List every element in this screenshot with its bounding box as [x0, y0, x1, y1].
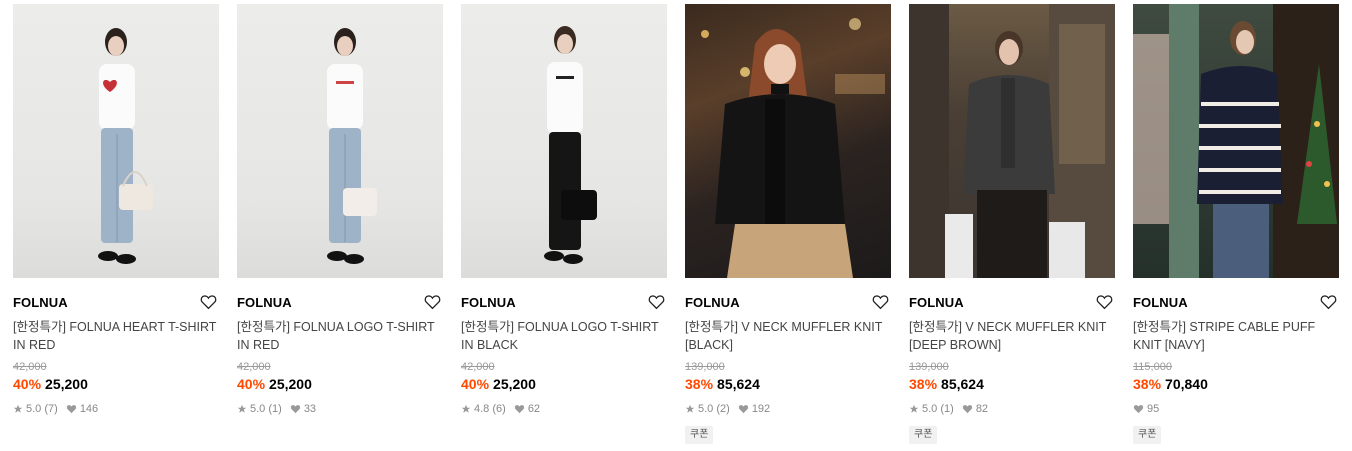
rating: 5.0	[250, 403, 266, 415]
product-stats: 95	[1133, 401, 1339, 417]
sale-price: 25,200	[493, 376, 536, 392]
product-name[interactable]: [한정특가] FOLNUA LOGO T-SHIRT IN RED	[237, 318, 443, 354]
sale-price: 85,624	[941, 376, 984, 392]
product-image[interactable]	[685, 4, 891, 278]
star-icon	[461, 404, 471, 413]
product-stats: 4.8 (6) 62	[461, 401, 667, 417]
product-grid: FOLNUA [한정특가] FOLNUA HEART T-SHIRT IN RE…	[0, 0, 1352, 451]
original-price: 42,000	[461, 361, 495, 373]
product-image[interactable]	[237, 4, 443, 278]
review-count: (6)	[492, 403, 506, 415]
product-stats: 5.0 (2) 192	[685, 401, 891, 417]
original-price: 42,000	[13, 361, 47, 373]
rating: 5.0	[26, 403, 42, 415]
discount-rate: 40%	[13, 376, 42, 392]
heart-filled-icon	[1133, 405, 1144, 414]
brand-name[interactable]: FOLNUA	[237, 293, 443, 313]
star-icon	[909, 404, 919, 413]
discount-rate: 38%	[909, 376, 938, 392]
original-price: 139,000	[685, 361, 725, 373]
product-card[interactable]: FOLNUA [한정특가] V NECK MUFFLER KNIT [BLACK…	[685, 4, 891, 444]
heart-filled-icon	[962, 405, 972, 414]
heart-filled-icon	[66, 405, 76, 414]
product-stats: 5.0 (1) 33	[237, 401, 443, 417]
review-count: (2)	[716, 403, 730, 415]
product-card[interactable]: FOLNUA [한정특가] FOLNUA LOGO T-SHIRT IN BLA…	[461, 4, 667, 417]
brand-name[interactable]: FOLNUA	[461, 293, 667, 313]
rating: 4.8	[474, 403, 490, 415]
heart-filled-icon	[290, 405, 300, 414]
original-price: 115,000	[1133, 361, 1172, 373]
product-image[interactable]	[909, 4, 1115, 278]
discount-rate: 40%	[237, 376, 266, 392]
review-count: (1)	[268, 403, 282, 415]
star-icon	[237, 404, 247, 413]
like-count: 62	[527, 403, 541, 415]
price-row: 40% 25,200	[461, 375, 667, 393]
like-count: 82	[975, 403, 989, 415]
sale-price: 85,624	[717, 376, 760, 392]
brand-name[interactable]: FOLNUA	[13, 293, 219, 313]
coupon-badge: 쿠폰	[1133, 426, 1162, 444]
brand-name[interactable]: FOLNUA	[685, 293, 891, 313]
rating: 5.0	[922, 403, 938, 415]
product-name[interactable]: [한정특가] FOLNUA HEART T-SHIRT IN RED	[13, 318, 219, 354]
product-name[interactable]: [한정특가] V NECK MUFFLER KNIT [BLACK]	[685, 318, 891, 354]
product-stats: 5.0 (1) 82	[909, 401, 1115, 417]
review-count: (1)	[940, 403, 954, 415]
product-card[interactable]: FOLNUA [한정특가] V NECK MUFFLER KNIT [DEEP …	[909, 4, 1115, 444]
price-row: 38% 85,624	[685, 375, 891, 393]
price-row: 38% 70,840	[1133, 375, 1339, 393]
product-stats: 5.0 (7) 146	[13, 401, 219, 417]
sale-price: 25,200	[45, 376, 88, 392]
price-row: 40% 25,200	[13, 375, 219, 393]
heart-outline-icon[interactable]	[424, 294, 441, 310]
like-count: 192	[751, 403, 771, 415]
discount-rate: 38%	[685, 376, 714, 392]
review-count: (7)	[44, 403, 58, 415]
heart-outline-icon[interactable]	[1096, 294, 1113, 310]
heart-outline-icon[interactable]	[200, 294, 217, 310]
product-image[interactable]	[1133, 4, 1339, 278]
heart-filled-icon	[738, 405, 748, 414]
sale-price: 70,840	[1165, 376, 1208, 392]
heart-filled-icon	[514, 405, 524, 414]
discount-rate: 38%	[1133, 376, 1162, 392]
original-price: 139,000	[909, 361, 949, 373]
original-price: 42,000	[237, 361, 271, 373]
product-name[interactable]: [한정특가] FOLNUA LOGO T-SHIRT IN BLACK	[461, 318, 667, 354]
sale-price: 25,200	[269, 376, 312, 392]
product-name[interactable]: [한정특가] STRIPE CABLE PUFF KNIT [NAVY]	[1133, 318, 1339, 354]
like-count: 146	[79, 403, 99, 415]
coupon-badge: 쿠폰	[909, 426, 938, 444]
heart-outline-icon[interactable]	[648, 294, 665, 310]
product-image[interactable]	[13, 4, 219, 278]
brand-name[interactable]: FOLNUA	[1133, 293, 1339, 313]
product-card[interactable]: FOLNUA [한정특가] FOLNUA HEART T-SHIRT IN RE…	[13, 4, 219, 417]
price-row: 38% 85,624	[909, 375, 1115, 393]
product-name[interactable]: [한정특가] V NECK MUFFLER KNIT [DEEP BROWN]	[909, 318, 1115, 354]
product-card[interactable]: FOLNUA [한정특가] FOLNUA LOGO T-SHIRT IN RED…	[237, 4, 443, 417]
star-icon	[13, 404, 23, 413]
price-row: 40% 25,200	[237, 375, 443, 393]
brand-name[interactable]: FOLNUA	[909, 293, 1115, 313]
coupon-badge: 쿠폰	[685, 426, 714, 444]
like-count: 95	[1147, 403, 1160, 415]
rating: 5.0	[698, 403, 714, 415]
star-icon	[685, 404, 695, 413]
heart-outline-icon[interactable]	[872, 294, 889, 310]
heart-outline-icon[interactable]	[1320, 294, 1337, 310]
like-count: 33	[303, 403, 317, 415]
discount-rate: 40%	[461, 376, 490, 392]
product-image[interactable]	[461, 4, 667, 278]
product-card[interactable]: FOLNUA [한정특가] STRIPE CABLE PUFF KNIT [NA…	[1133, 4, 1339, 444]
